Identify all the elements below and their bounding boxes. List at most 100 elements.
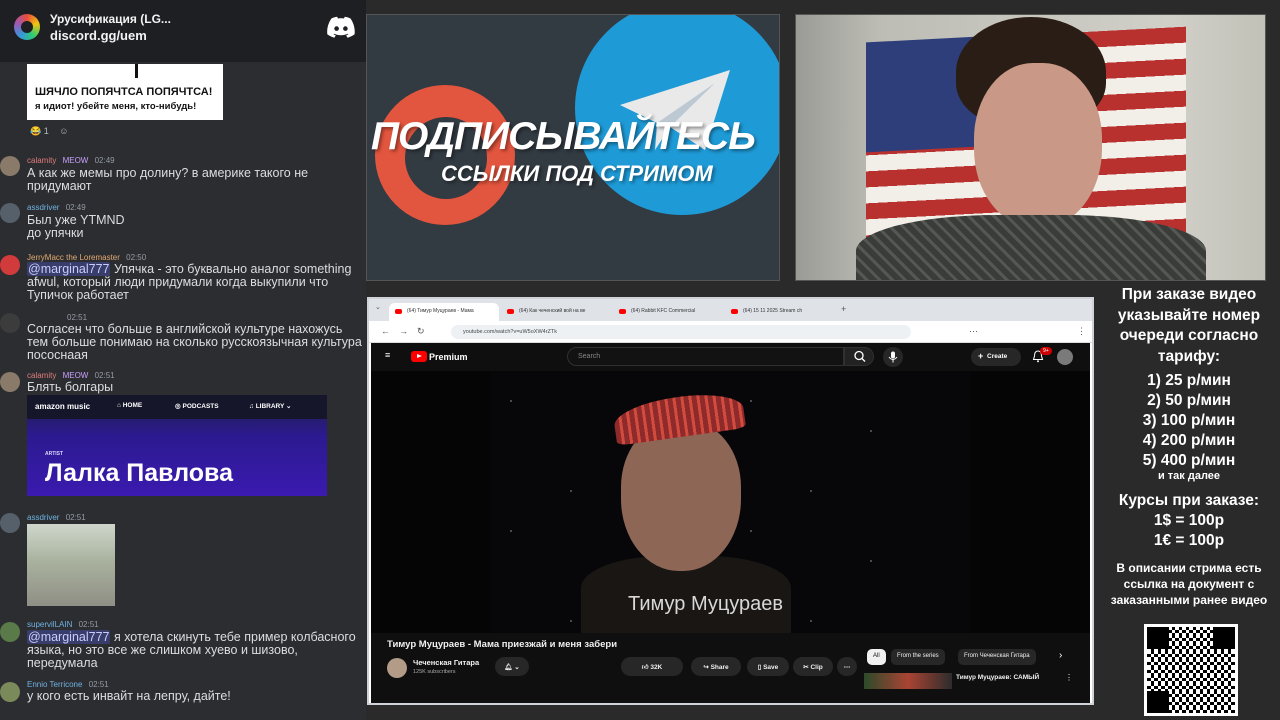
message-text: Согласен что больше в английской культур… — [27, 322, 362, 362]
notification-count: 9+ — [1040, 347, 1052, 355]
like-count: 32K — [650, 664, 663, 671]
emoji-icon: 😂 — [30, 126, 42, 136]
save-button[interactable]: ▯ Save — [747, 657, 789, 676]
chip-from-series[interactable]: From the series — [891, 649, 945, 665]
username[interactable]: assdriver — [27, 203, 59, 212]
kebab-menu-icon[interactable]: ⋮ — [1065, 673, 1073, 682]
artist-name: Лалка Павлова — [45, 459, 233, 487]
channel-name[interactable]: Чеченская Гитара — [413, 658, 479, 667]
video-title: Тимур Муцураев - Мама приезжай и меня за… — [387, 639, 618, 650]
extensions-icon[interactable]: ⋯ — [969, 326, 978, 337]
chip-from-channel[interactable]: From Чеченская Гитара — [958, 649, 1036, 665]
etc-note: и так далее — [1157, 470, 1221, 482]
browser-tab[interactable]: (64) Как чеченский вой на ве — [501, 303, 611, 321]
meme-image[interactable]: ШЯЧЛО ПОПЯЧТСА ПОПЯЧТСА! я идиот! убейте… — [27, 64, 223, 120]
voice-search-button[interactable] — [883, 347, 903, 367]
avatar[interactable] — [0, 622, 20, 642]
browser-tab[interactable]: (64) Тимур Муцураев - Мама — [389, 303, 499, 321]
nav-podcasts[interactable]: ◎ PODCASTS — [175, 402, 219, 410]
username[interactable]: supervilLAIN — [27, 620, 72, 629]
message-text: Был уже YTMND до упячки — [27, 214, 365, 240]
new-tab-icon[interactable]: + — [841, 304, 846, 314]
reload-icon[interactable]: ↻ — [417, 326, 425, 337]
nav-home[interactable]: ⌂ HOME — [117, 402, 142, 409]
avatar[interactable] — [0, 313, 20, 333]
avatar[interactable] — [0, 372, 20, 392]
youtube-brand: Premium — [429, 352, 468, 362]
message-text: @marginal777 я хотела скинуть тебе приме… — [27, 630, 365, 670]
avatar[interactable] — [0, 203, 20, 223]
message-text: А как же мемы про долину? в америке тако… — [27, 166, 309, 193]
search-button[interactable] — [844, 347, 874, 366]
recommended-thumbnail[interactable] — [864, 673, 952, 689]
user-mention[interactable]: @marginal777 — [27, 630, 111, 644]
chevron-right-icon[interactable]: › — [1059, 650, 1062, 661]
plus-icon: + — [978, 351, 984, 361]
subscribed-bell-button[interactable]: 🔔︎ ⌄ — [495, 657, 529, 676]
subscribe-banner: ПОДПИСЫВАЙТЕСЬ ССЫЛКИ ПОД СТРИМОМ — [366, 14, 780, 281]
avatar[interactable] — [0, 156, 20, 176]
nav-home-label: HOME — [122, 402, 143, 409]
browser-tab[interactable]: (64) 15 11 2025 Stream ch — [725, 303, 835, 321]
qr-pattern — [1147, 627, 1235, 713]
username-line: calamity MEOW 02:49 — [27, 156, 115, 165]
gif-attachment[interactable] — [27, 524, 115, 606]
timestamp: 02:51 — [67, 313, 88, 322]
username[interactable]: calamity — [27, 156, 56, 165]
chat-message: JerryMacc the Loremaster 02:50 @marginal… — [0, 251, 366, 302]
message-line: до упячки — [27, 226, 84, 240]
forward-icon[interactable]: → — [399, 326, 408, 336]
server-invite[interactable]: discord.gg/uem — [50, 28, 147, 43]
banner-subtitle: ССЫЛКИ ПОД СТРИМОМ — [441, 161, 713, 186]
username[interactable]: Ennio Terricone — [27, 680, 82, 689]
hamburger-menu-icon[interactable]: ≡ — [385, 350, 390, 360]
chat-message: supervilLAIN 02:51 @marginal777 я хотела… — [0, 618, 366, 670]
youtube-logo-icon[interactable] — [411, 351, 427, 362]
rate-usd: 1$ = 100р — [1153, 512, 1225, 529]
timestamp: 02:51 — [94, 371, 115, 380]
search-input[interactable]: Search — [567, 347, 844, 366]
search-icon — [854, 350, 866, 362]
account-avatar[interactable] — [1057, 349, 1073, 365]
menu-icon[interactable]: ⋮ — [1077, 326, 1086, 337]
avatar[interactable] — [0, 513, 20, 533]
username[interactable]: calamity — [27, 371, 56, 380]
recommended-title[interactable]: Тимур Муцураев: САМЫЙ — [956, 674, 1039, 681]
timestamp: 02:50 — [126, 253, 147, 262]
amazon-music-embed[interactable]: amazon music ⌂ HOME ◎ PODCASTS ♫ LIBRARY… — [27, 395, 327, 496]
channel-avatar[interactable] — [387, 658, 407, 678]
rate-eur: 1€ = 100р — [1153, 532, 1225, 549]
chip-all[interactable]: All — [867, 649, 886, 665]
server-icon — [14, 14, 40, 40]
url-field[interactable]: youtube.com/watch?v=uW5oXW4rZTk — [451, 325, 911, 339]
tab-menu-icon[interactable]: ⌄ — [375, 303, 381, 311]
tab-strip: ⌄ (64) Тимур Муцураев - Мама (64) Как че… — [369, 299, 1092, 321]
webcam-feed — [795, 14, 1266, 281]
back-icon[interactable]: ← — [381, 326, 390, 336]
clip-button[interactable]: ✂ Clip — [793, 657, 833, 676]
qr-code[interactable] — [1144, 624, 1238, 716]
browser-tab[interactable]: (64) Rabbit KFC Commercial — [613, 303, 723, 321]
username[interactable]: JerryMacc the Loremaster — [27, 253, 120, 262]
create-button[interactable]: + Create — [971, 348, 1021, 366]
streamer-shirt — [856, 215, 1206, 280]
avatar[interactable] — [0, 255, 20, 275]
banner-title: ПОДПИСЫВАЙТЕСЬ — [371, 115, 756, 158]
user-mention[interactable]: @marginal777 — [27, 262, 111, 276]
like-button[interactable]: 👍︎ 32K — [621, 657, 683, 676]
message-text: @marginal777 Упячка - это буквально анал… — [27, 262, 365, 302]
avatar[interactable] — [0, 682, 20, 702]
singer-face — [621, 421, 741, 571]
share-button[interactable]: ↪ Share — [691, 657, 741, 676]
subscriber-count: 125K subscribers — [413, 669, 456, 675]
youtube-header: ≡ Premium Search + Create 9+ — [371, 343, 1090, 371]
address-bar: ← → ↻ youtube.com/watch?v=uW5oXW4rZTk ⋯ … — [369, 321, 1092, 343]
video-player[interactable]: Тимур Муцураев — [371, 371, 1090, 633]
more-actions-button[interactable]: ⋯ — [837, 657, 857, 676]
nav-library[interactable]: ♫ LIBRARY ⌄ — [249, 402, 291, 410]
reaction-bar[interactable]: 😂 1 ☺ — [30, 126, 68, 137]
message-text: Блять болгары — [27, 380, 114, 394]
username[interactable]: assdriver — [27, 513, 59, 522]
streamer-face — [974, 63, 1102, 228]
tier-5: 5) 400 р/мин — [1142, 452, 1236, 469]
